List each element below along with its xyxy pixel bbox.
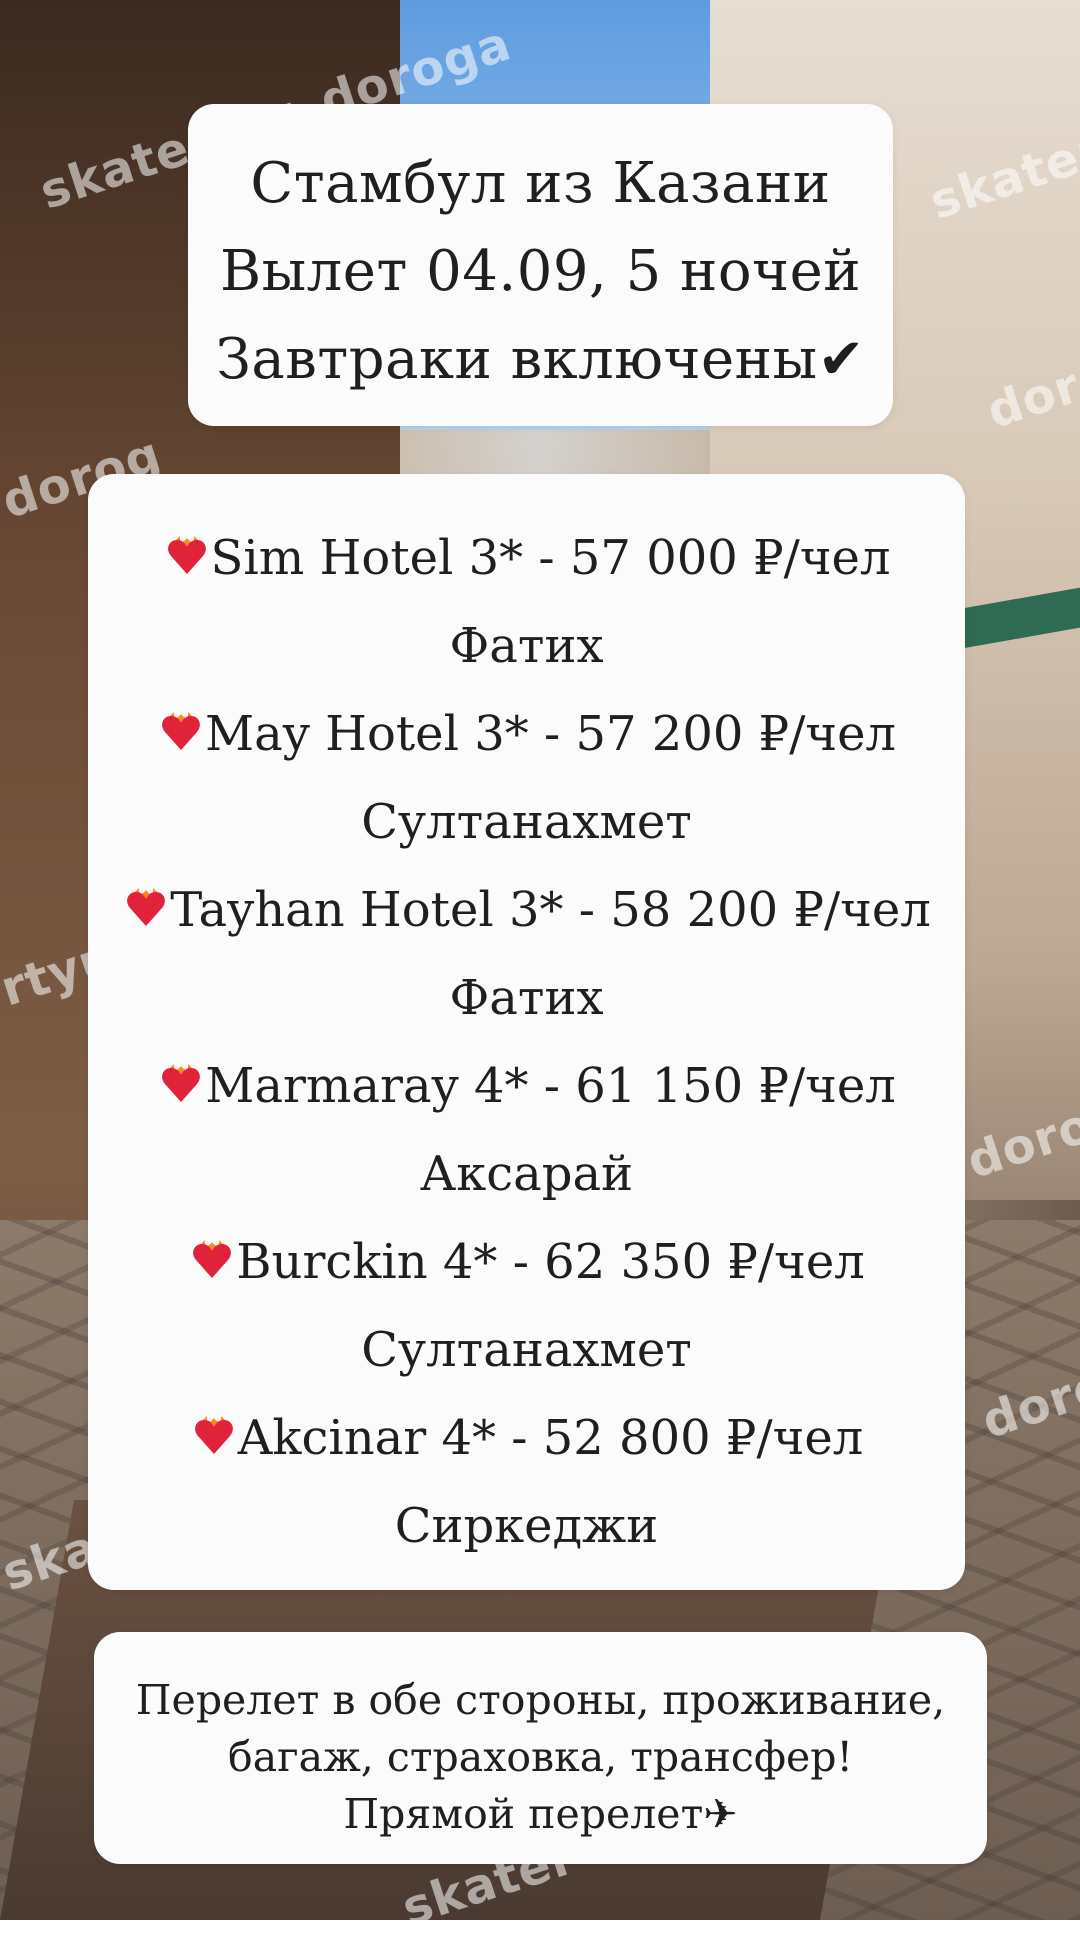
hotel-name-price: Sim Hotel 3* - 57 000 ₽/чел <box>210 530 891 586</box>
hotel-item: Tayhan Hotel 3* - 58 200 ₽/чел <box>88 866 965 954</box>
included-line-2: багаж, страховка, трансфер! <box>228 1733 853 1781</box>
included-card: Перелет в обе стороны, проживание, багаж… <box>94 1632 987 1864</box>
hotel-name-price: May Hotel 3* - 57 200 ₽/чел <box>204 706 897 762</box>
hotel-district: Фатих <box>449 618 604 674</box>
title-card: Стамбул из Казани Вылет 04.09, 5 ночей З… <box>188 104 893 426</box>
hotel-district: Аксарай <box>419 1146 634 1202</box>
heart-on-fire-icon <box>157 694 205 750</box>
heart-on-fire-icon <box>188 1222 236 1278</box>
title-breakfast-text: Завтраки включены <box>216 327 818 392</box>
heart-on-fire-icon <box>157 1046 205 1102</box>
hotel-item: Sim Hotel 3* - 57 000 ₽/чел <box>88 514 965 602</box>
included-line-1: Перелет в обе стороны, проживание, <box>135 1676 946 1724</box>
direct-flight-text: Прямой перелет <box>343 1790 704 1838</box>
hotel-name-price: Marmaray 4* - 61 150 ₽/чел <box>205 1058 896 1114</box>
hotel-name-price: Tayhan Hotel 3* - 58 200 ₽/чел <box>170 882 931 938</box>
heart-on-fire-icon <box>190 1398 238 1454</box>
hotel-item: May Hotel 3* - 57 200 ₽/чел <box>88 690 965 778</box>
heart-on-fire-icon <box>163 518 211 574</box>
included-line-3: Прямой перелет✈ <box>94 1786 987 1843</box>
hotel-name-price: Burckin 4* - 62 350 ₽/чел <box>236 1234 865 1290</box>
hotel-district: Сиркеджи <box>394 1498 659 1554</box>
title-breakfast: Завтраки включены✔ <box>188 316 893 404</box>
hotel-name-price: Akcinar 4* - 52 800 ₽/чел <box>237 1410 864 1466</box>
heart-on-fire-icon <box>122 870 170 926</box>
title-departure: Вылет 04.09, 5 ночей <box>219 239 862 304</box>
title-route: Стамбул из Казани <box>250 151 831 216</box>
airplane-icon: ✈ <box>703 1790 738 1838</box>
hotel-district: Султанахмет <box>361 1322 692 1378</box>
check-mark-icon: ✔ <box>817 327 865 392</box>
hotel-item: Burckin 4* - 62 350 ₽/чел <box>88 1218 965 1306</box>
hotel-district: Султанахмет <box>361 794 692 850</box>
hotel-list: Sim Hotel 3* - 57 000 ₽/чел Фатих May Hote… <box>88 474 965 1570</box>
hotels-card: Sim Hotel 3* - 57 000 ₽/чел Фатих May Hote… <box>88 474 965 1590</box>
hotel-district: Фатих <box>449 970 604 1026</box>
hotel-item: Akcinar 4* - 52 800 ₽/чел <box>88 1394 965 1482</box>
hotel-item: Marmaray 4* - 61 150 ₽/чел <box>88 1042 965 1130</box>
